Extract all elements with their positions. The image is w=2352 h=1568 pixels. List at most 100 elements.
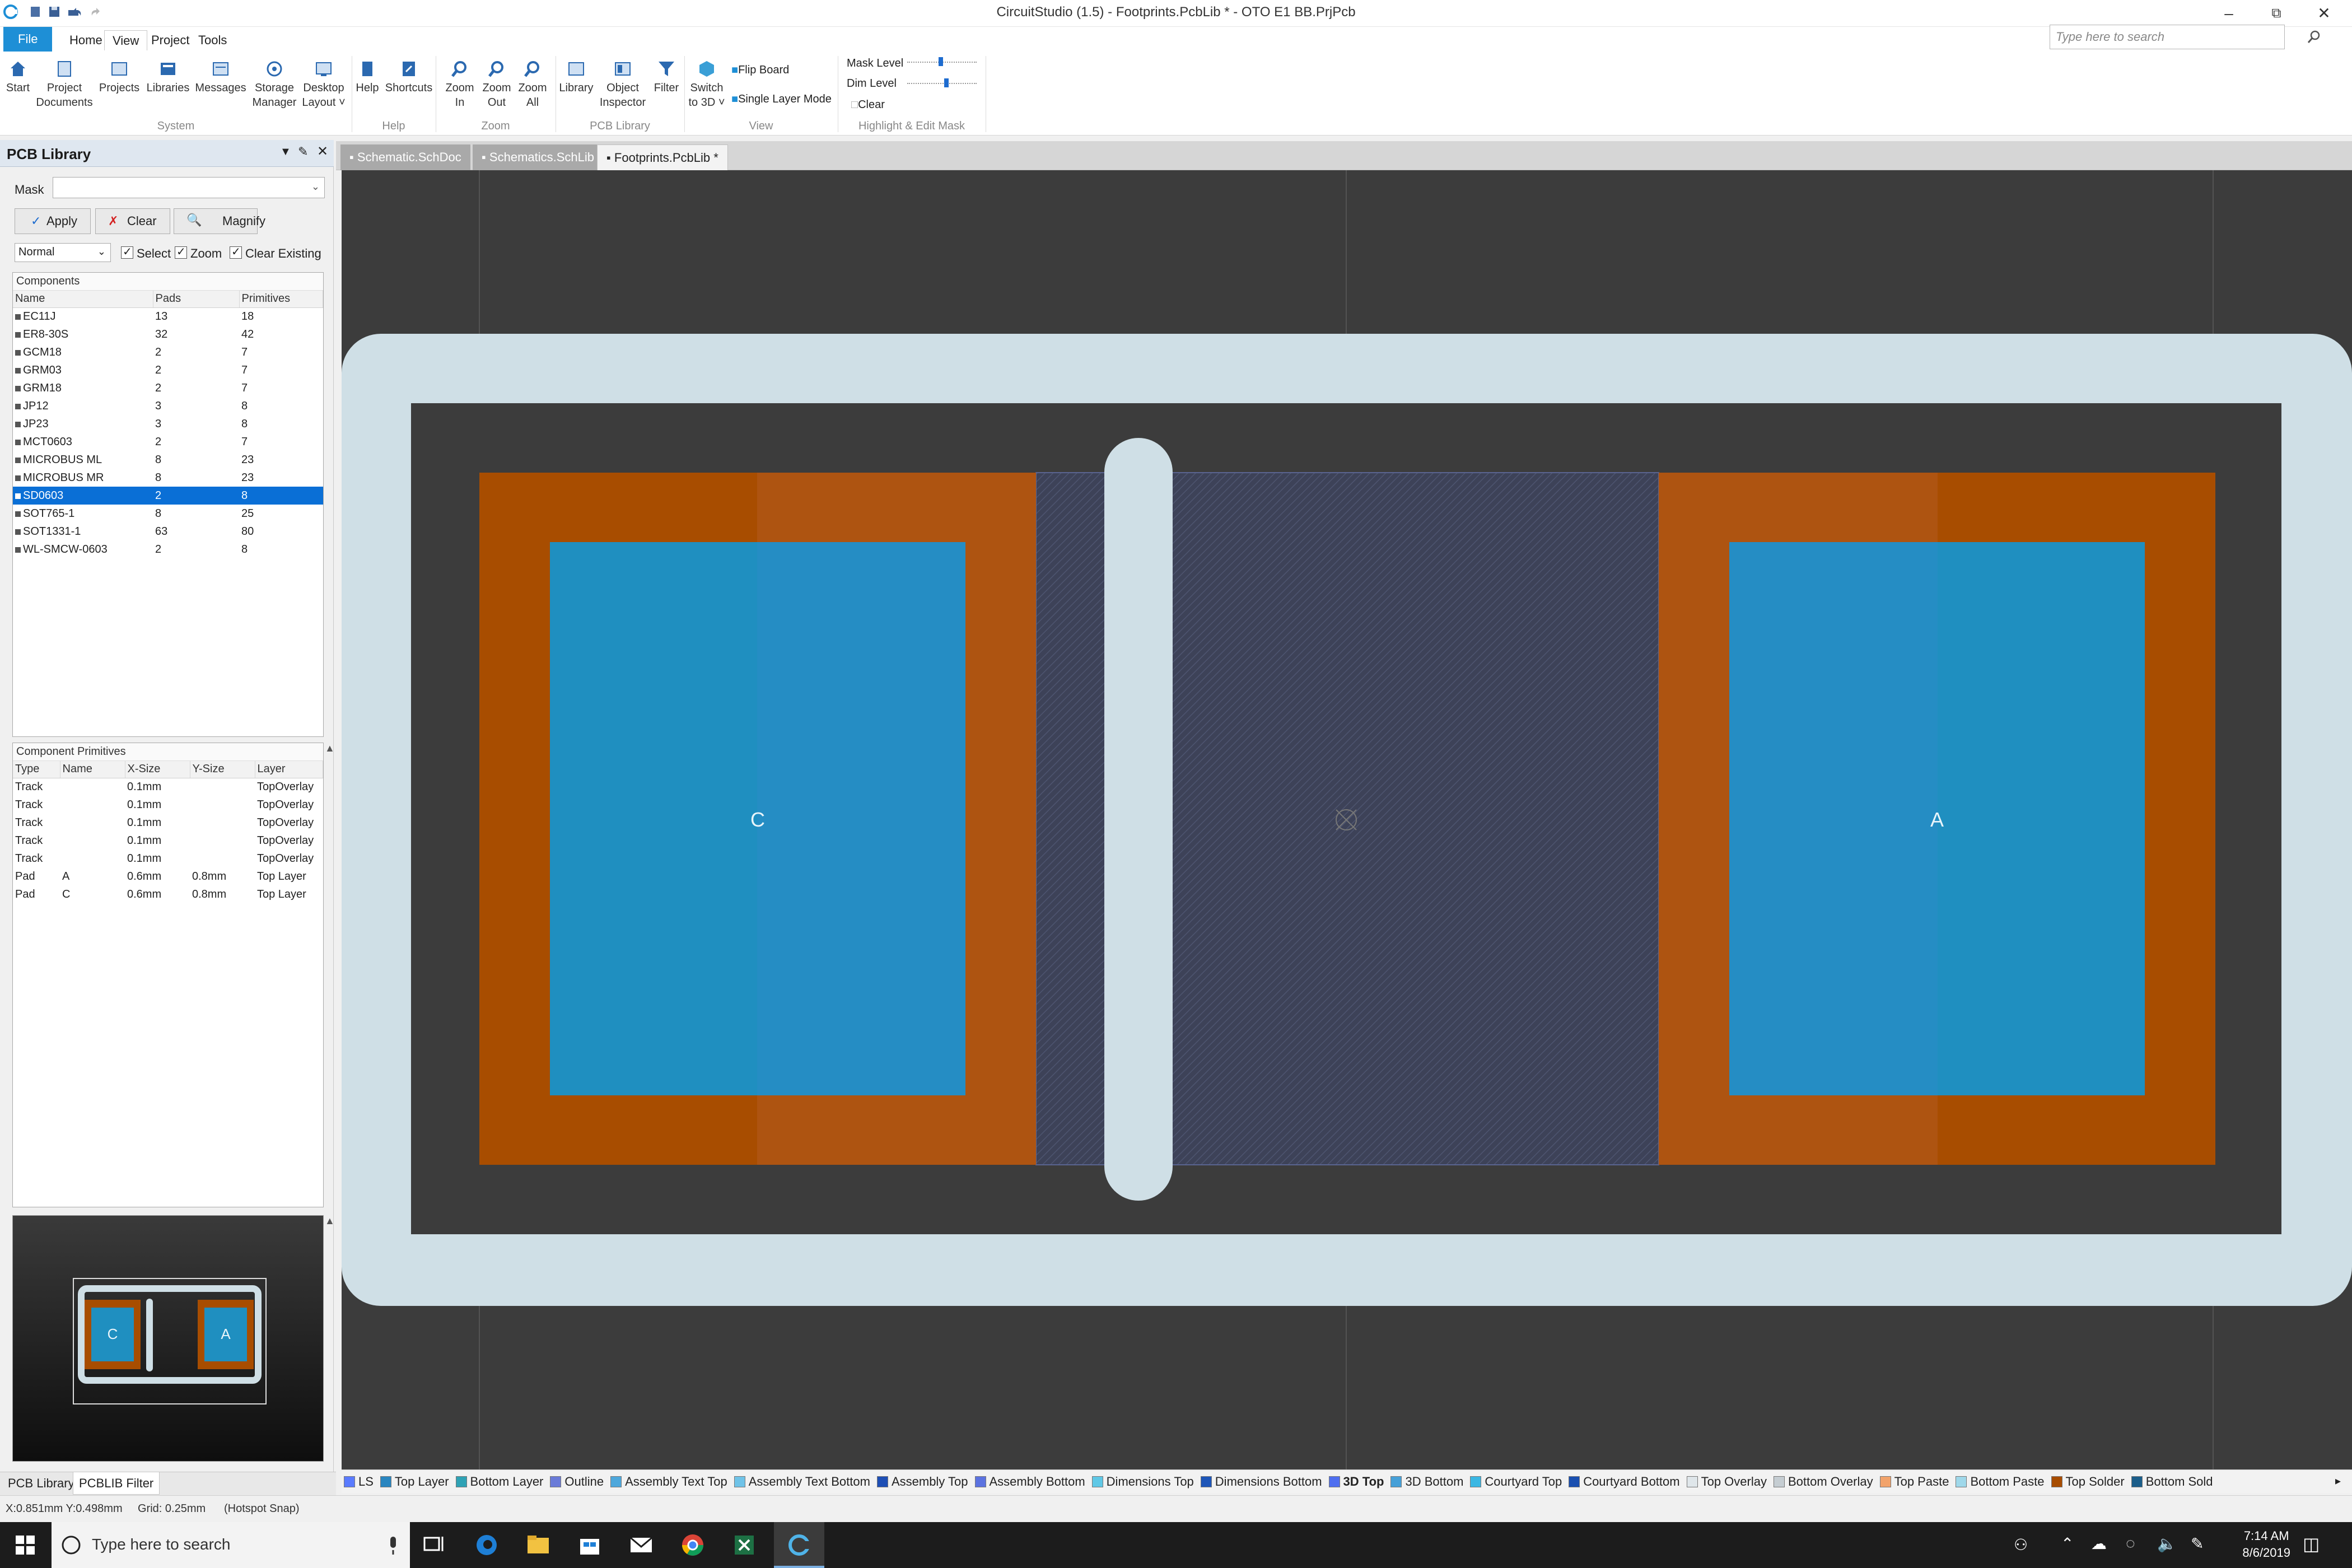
- task-view-icon[interactable]: [420, 1531, 448, 1559]
- menu-tools[interactable]: Tools: [190, 30, 235, 50]
- ribbon-storage-manager-button[interactable]: Storage Manager: [248, 52, 301, 110]
- ribbon-shortcuts-button[interactable]: Shortcuts: [383, 52, 435, 95]
- layer-tab[interactable]: Assembly Text Bottom: [732, 1470, 875, 1493]
- table-row[interactable]: JP12 3 8: [13, 397, 323, 415]
- cathode-marker-bar[interactable]: [1104, 438, 1173, 1201]
- layer-tab[interactable]: 3D Top: [1327, 1470, 1389, 1493]
- layer-tab[interactable]: Assembly Text Top: [608, 1470, 732, 1493]
- tab-pcb-library[interactable]: PCB Library: [2, 1472, 80, 1495]
- apply-button[interactable]: ✓ Apply: [15, 208, 91, 234]
- ribbon-help-button[interactable]: Help: [352, 52, 383, 95]
- store-icon[interactable]: [576, 1531, 604, 1559]
- table-row[interactable]: Pad A 0.6mm 0.8mm Top Layer: [13, 867, 323, 885]
- taskbar-clock[interactable]: 7:14 AM 8/6/2019: [2242, 1528, 2290, 1561]
- panel-menu-chevron-icon[interactable]: ▼: [280, 146, 291, 158]
- ribbon-libraries-button[interactable]: Libraries: [142, 52, 194, 95]
- layer-tab[interactable]: Bottom Overlay: [1771, 1470, 1878, 1493]
- table-row[interactable]: GRM03 2 7: [13, 361, 323, 379]
- layer-tab[interactable]: Courtyard Top: [1468, 1470, 1566, 1493]
- layer-scroll-right-icon[interactable]: ▸: [2335, 1474, 2341, 1488]
- layer-tab[interactable]: Top Solder: [2049, 1470, 2129, 1493]
- show-hidden-icons-chevron-icon[interactable]: ⌃: [2061, 1534, 2074, 1553]
- table-row[interactable]: MICROBUS ML 8 23: [13, 451, 323, 469]
- ribbon-project-documents-button[interactable]: Project Documents: [35, 52, 94, 110]
- ribbon-start-button[interactable]: Start: [1, 52, 35, 95]
- col-type[interactable]: Type: [13, 761, 60, 778]
- layer-tab[interactable]: Courtyard Bottom: [1566, 1470, 1684, 1493]
- close-button[interactable]: ✕: [2302, 2, 2346, 25]
- layer-tab[interactable]: 3D Bottom: [1388, 1470, 1468, 1493]
- tab-schematic-schdoc[interactable]: ▪ Schematic.SchDoc: [340, 144, 470, 170]
- windows-start-icon[interactable]: [11, 1531, 39, 1559]
- clear-existing-checkbox[interactable]: ✓: [230, 246, 242, 259]
- zoom-checkbox[interactable]: ✓: [175, 246, 187, 259]
- flip-board-button[interactable]: ■Flip Board: [731, 64, 789, 77]
- layer-tab[interactable]: Top Layer: [378, 1470, 454, 1493]
- clear-mask-button[interactable]: □Clear: [851, 99, 885, 111]
- mask-level-slider[interactable]: [907, 57, 977, 66]
- primitives-collapse-icon[interactable]: ▲: [325, 743, 335, 754]
- layer-tab[interactable]: Assembly Bottom: [973, 1470, 1090, 1493]
- people-icon[interactable]: ⚇: [2014, 1536, 2028, 1554]
- action-center-icon[interactable]: ◫: [2303, 1533, 2320, 1555]
- edge-browser-icon[interactable]: [473, 1531, 501, 1559]
- magnify-button[interactable]: 🔍 Magnify: [174, 208, 265, 234]
- tab-footprints-pcblib[interactable]: ▪ Footprints.PcbLib *: [597, 144, 728, 170]
- ribbon-object-inspector-button[interactable]: Object Inspector: [596, 52, 650, 110]
- table-row[interactable]: SD0603 2 8: [13, 487, 323, 505]
- col-prim-name[interactable]: Name: [60, 761, 125, 778]
- menu-view[interactable]: View: [104, 30, 148, 50]
- mask-dropdown-chevron-icon[interactable]: ⌄: [311, 181, 320, 193]
- layer-tab[interactable]: LS: [342, 1470, 378, 1493]
- table-row[interactable]: Track 0.1mm TopOverlay: [13, 796, 323, 814]
- menu-file[interactable]: File: [3, 27, 53, 52]
- table-row[interactable]: Track 0.1mm TopOverlay: [13, 814, 323, 832]
- select-checkbox[interactable]: ✓: [121, 246, 133, 259]
- mail-icon[interactable]: [627, 1531, 655, 1559]
- onedrive-cloud-icon[interactable]: ☁: [2091, 1534, 2107, 1553]
- table-row[interactable]: JP23 3 8: [13, 415, 323, 433]
- layer-tab[interactable]: Assembly Top: [875, 1470, 973, 1493]
- footprint-drawing[interactable]: C A: [342, 170, 2352, 1469]
- layer-tab[interactable]: Dimensions Bottom: [1198, 1470, 1327, 1493]
- layer-tab[interactable]: Outline: [548, 1470, 608, 1493]
- chrome-icon[interactable]: [679, 1531, 707, 1559]
- table-row[interactable]: Track 0.1mm TopOverlay: [13, 850, 323, 867]
- layer-tab[interactable]: Top Paste: [1878, 1470, 1954, 1493]
- table-row[interactable]: Track 0.1mm TopOverlay: [13, 778, 323, 796]
- taskbar-circuitstudio-active[interactable]: [774, 1522, 824, 1568]
- restore-button[interactable]: ⧉: [2254, 2, 2299, 25]
- panel-pin-icon[interactable]: ✎: [298, 144, 308, 159]
- table-row[interactable]: WL-SMCW-0603 2 8: [13, 540, 323, 558]
- ribbon-desktop-layout-button[interactable]: Desktop Layout ˅: [297, 52, 351, 110]
- single-layer-mode-button[interactable]: ■Single Layer Mode: [731, 93, 832, 106]
- table-row[interactable]: ER8-30S 32 42: [13, 325, 323, 343]
- preview-collapse-icon[interactable]: ▲: [325, 1215, 335, 1227]
- layer-tab[interactable]: Bottom Sold: [2129, 1470, 2218, 1493]
- mask-level-thumb[interactable]: [939, 57, 943, 66]
- table-row[interactable]: GCM18 2 7: [13, 343, 323, 361]
- layer-tab[interactable]: Top Overlay: [1684, 1470, 1771, 1493]
- tab-pcblib-filter[interactable]: PCBLIB Filter: [73, 1472, 160, 1495]
- mode-select[interactable]: Normal ⌄: [15, 243, 111, 262]
- ribbon-filter-button[interactable]: Filter: [650, 52, 683, 95]
- pcb-editor-canvas[interactable]: C A: [342, 170, 2352, 1469]
- ribbon-projects-button[interactable]: Projects: [95, 52, 143, 95]
- dim-level-thumb[interactable]: [944, 78, 949, 87]
- tab-schematics-schlib[interactable]: ▪ Schematics.SchLib: [473, 144, 604, 170]
- col-layer[interactable]: Layer: [255, 761, 323, 778]
- table-row[interactable]: Track 0.1mm TopOverlay: [13, 832, 323, 850]
- table-row[interactable]: EC11J 13 18: [13, 307, 323, 325]
- search-icon[interactable]: [2306, 29, 2322, 45]
- col-name[interactable]: Name: [13, 291, 153, 308]
- clear-button[interactable]: ✗ Clear: [95, 208, 170, 234]
- layer-tab[interactable]: Bottom Layer: [454, 1470, 548, 1493]
- table-row[interactable]: GRM18 2 7: [13, 379, 323, 397]
- col-pads[interactable]: Pads: [153, 291, 240, 308]
- table-row[interactable]: SOT765-1 8 25: [13, 505, 323, 522]
- menu-home[interactable]: Home: [62, 30, 110, 50]
- microphone-icon[interactable]: [385, 1536, 401, 1556]
- table-row[interactable]: SOT1331-1 63 80: [13, 522, 323, 540]
- volume-icon[interactable]: 🔈: [2157, 1534, 2177, 1553]
- ribbon-zoom-all-button[interactable]: Zoom All: [510, 52, 556, 110]
